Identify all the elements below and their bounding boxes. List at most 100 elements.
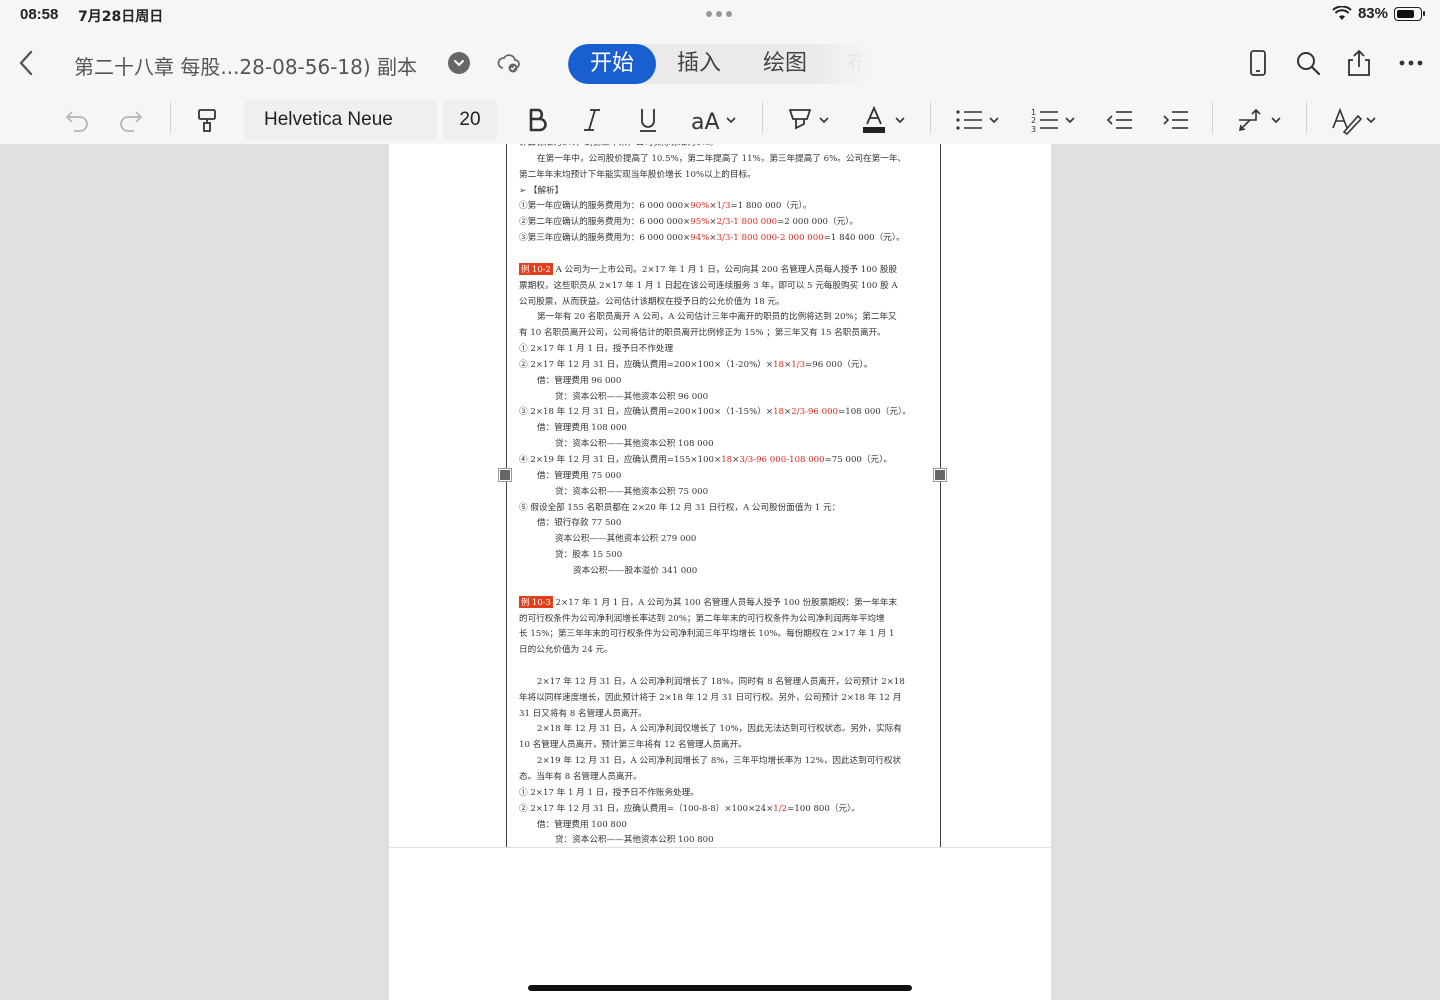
undo-icon[interactable] <box>62 104 92 136</box>
document-line: ① 2×17 年 1 月 1 日，授予日不作处理 <box>519 342 673 354</box>
document-line: 资本公积——其他资本公积 279 000 <box>519 532 696 544</box>
tab-home[interactable]: 开始 <box>568 44 656 84</box>
increase-indent-icon[interactable] <box>1162 104 1190 136</box>
line-spacing-icon[interactable] <box>1236 104 1286 136</box>
svg-text:3: 3 <box>1031 125 1036 134</box>
document-line: ③ 2×18 年 12 月 31 日，应确认费用=200×100×（1-15%）… <box>519 405 911 417</box>
text-run: ① 2×17 年 1 月 1 日，授予日不作账务处理。 <box>519 787 699 798</box>
text-styles-icon[interactable] <box>1330 104 1380 136</box>
text-run: 1/3 <box>716 201 731 212</box>
text-run: × <box>709 201 717 212</box>
document-line: 第一年有 20 名职员离开 A 公司，A 公司估计三年中离开的职员的比例将达到 … <box>519 310 897 322</box>
redo-icon[interactable] <box>116 104 146 136</box>
text-run: 借：银行存款 77 500 <box>537 518 622 529</box>
text-run: 有 10 名职员离开公司，公司将估计的职员离开比例修正为 15% ；第三年又有 … <box>519 328 886 339</box>
text-run: 计算标准为5%，到第三年末，公司实际标准为6%。 <box>519 144 718 148</box>
mobile-view-icon[interactable] <box>1243 48 1273 78</box>
title-row: 第二十八章 每股...28-08-56-18) 副本 开始 插入 绘图 布 <box>0 30 1440 96</box>
multitasking-dots-icon[interactable] <box>706 11 732 17</box>
document-line: 在第一年中，公司股价提高了 10.5%，第二年提高了 11%，第三年提高了 6%… <box>519 152 906 164</box>
tab-insert[interactable]: 插入 <box>656 44 742 84</box>
italic-icon[interactable] <box>580 104 604 136</box>
font-size-field[interactable]: 20 <box>442 100 498 140</box>
format-painter-icon[interactable] <box>194 104 220 136</box>
text-run: =75 000（元）。 <box>824 455 892 465</box>
document-line: 31 日又将有 8 名管理人员离开。 <box>519 707 647 719</box>
document-line: 年将以同样速度增长，因此预计将于 2×18 年 12 月 31 日可行权。另外，… <box>519 691 901 703</box>
bold-icon[interactable] <box>524 104 550 136</box>
bullet-list-icon[interactable] <box>954 104 1002 136</box>
text-run: =1 800 000（元）。 <box>730 201 812 212</box>
more-options-icon[interactable] <box>1396 48 1426 78</box>
cloud-sync-icon[interactable] <box>496 50 522 76</box>
back-chevron-icon[interactable] <box>14 48 40 78</box>
battery-icon <box>1394 6 1425 21</box>
text-run: ②第二年应确认的服务费用为：6 000 000× <box>519 217 691 228</box>
text-run: 95% <box>690 217 710 228</box>
underline-icon[interactable] <box>636 104 660 136</box>
image-resize-handle-left[interactable] <box>498 468 512 482</box>
text-run: 2×18 年 12 月 31 日，A 公司净利润仅增长了 10%，因此无法达到可… <box>537 724 902 735</box>
text-run: ② 2×17 年 12 月 31 日，应确认费用=（100-8-8）×100×2… <box>519 803 774 814</box>
title-menu-chevron-icon[interactable] <box>448 52 470 74</box>
document-line: ② 2×17 年 12 月 31 日，应确认费用=（100-8-8）×100×2… <box>519 802 860 814</box>
document-line: ➢ 【解析】 <box>519 184 563 196</box>
status-bar: 08:58 7月28日周日 83% <box>0 0 1440 30</box>
document-line: 票期权，这些职员从 2×17 年 1 月 1 日起在该公司连续服务 3 年，即可… <box>519 279 898 291</box>
text-run: 18 <box>773 359 785 370</box>
text-run: 票期权，这些职员从 2×17 年 1 月 1 日起在该公司连续服务 3 年，即可… <box>519 280 898 291</box>
text-run: 日的公允价值为 24 元。 <box>519 645 613 656</box>
search-icon[interactable] <box>1293 48 1323 78</box>
document-title[interactable]: 第二十八章 每股...28-08-56-18) 副本 <box>74 51 417 80</box>
document-line: 的可行权条件为公司净利润增长率达到 20%；第二年年末的可行权条件为公司净利润两… <box>519 612 885 624</box>
document-line: 有 10 名职员离开公司，公司将估计的职员离开比例修正为 15% ；第三年又有 … <box>519 326 886 338</box>
text-run: 资本公积——其他资本公积 279 000 <box>555 534 697 545</box>
embedded-image[interactable]: 计算标准为5%，到第三年末，公司实际标准为6%。在第一年中，公司股价提高了 10… <box>506 144 941 847</box>
text-run: 3/3-1 800 000-2 000 000 <box>716 233 824 244</box>
highlighter-icon[interactable] <box>786 104 834 136</box>
document-line: 借：管理费用 96 000 <box>519 374 621 386</box>
document-line: 借：管理费用 108 000 <box>519 421 627 433</box>
document-line: ③第三年应确认的服务费用为：6 000 000×94%×3/3-1 800 00… <box>519 231 905 243</box>
share-icon[interactable] <box>1344 48 1374 78</box>
font-case-icon[interactable]: aA <box>690 104 740 136</box>
home-indicator[interactable] <box>528 985 912 991</box>
text-run: 第一年有 20 名职员离开 A 公司，A 公司估计三年中离开的职员的比例将达到 … <box>537 312 897 323</box>
document-canvas[interactable]: 计算标准为5%，到第三年末，公司实际标准为6%。在第一年中，公司股价提高了 10… <box>0 144 1440 1000</box>
svg-text:aA: aA <box>691 110 720 135</box>
numbered-list-icon[interactable]: 123 <box>1030 104 1078 136</box>
text-run: 2×17 年 12 月 31 日，A 公司净利润增长了 18%，同时有 8 名管… <box>537 676 905 687</box>
text-run: 资本公积——股本溢价 341 000 <box>573 565 698 576</box>
text-run: 贷：资本公积——其他资本公积 100 800 <box>555 835 714 846</box>
text-run: =2 000 000（元）。 <box>777 217 859 228</box>
text-run: 1/3 <box>791 359 806 370</box>
text-run: ① 2×17 年 1 月 1 日，授予日不作处理 <box>519 344 674 355</box>
document-line: 资本公积——股本溢价 341 000 <box>519 564 697 576</box>
text-run: 公司股票，从而获益。公司估计该期权在授予日的公允价值为 18 元。 <box>519 296 785 307</box>
document-line: ④ 2×19 年 12 月 31 日，应确认费用=155×100×18×3/3-… <box>519 453 892 465</box>
text-run: 2/3-96 000 <box>791 407 839 418</box>
svg-text:2: 2 <box>1031 116 1036 125</box>
document-line: 贷：资本公积——其他资本公积 108 000 <box>519 437 714 449</box>
text-run: 借：管理费用 108 000 <box>537 423 627 434</box>
text-run: 在第一年中，公司股价提高了 10.5%，第二年提高了 11%，第三年提高了 6%… <box>537 153 907 164</box>
ribbon-tabs: 开始 插入 绘图 布 <box>568 44 870 84</box>
decrease-indent-icon[interactable] <box>1106 104 1134 136</box>
text-run: 借：管理费用 96 000 <box>537 375 622 386</box>
text-run: 90% <box>690 201 710 212</box>
document-line: 贷：股本 15 500 <box>519 548 622 560</box>
text-run: 年将以同样速度增长，因此预计将于 2×18 年 12 月 31 日可行权。另外，… <box>519 692 902 703</box>
document-line: 贷：资本公积——其他资本公积 96 000 <box>519 390 708 402</box>
text-run: 2×19 年 12 月 31 日，A 公司净利润增长了 8%，三年平均增长率为 … <box>537 756 902 767</box>
document-line: 借：银行存款 77 500 <box>519 516 621 528</box>
app-header: 第二十八章 每股...28-08-56-18) 副本 开始 插入 绘图 布 He… <box>0 30 1440 144</box>
formatting-toolbar: Helvetica Neue 20 aA 123 <box>0 96 1440 144</box>
font-color-icon[interactable] <box>860 104 910 136</box>
text-run: 2/3-1 800 000 <box>716 217 778 228</box>
font-name-field[interactable]: Helvetica Neue <box>244 100 438 140</box>
text-run: 借：管理费用 100 800 <box>537 819 627 830</box>
document-line: 态。当年有 8 名管理人员离开。 <box>519 770 642 782</box>
image-resize-handle-right[interactable] <box>933 468 947 482</box>
document-page-next[interactable] <box>389 848 1051 1000</box>
text-run: 贷：资本公积——其他资本公积 96 000 <box>555 391 709 402</box>
